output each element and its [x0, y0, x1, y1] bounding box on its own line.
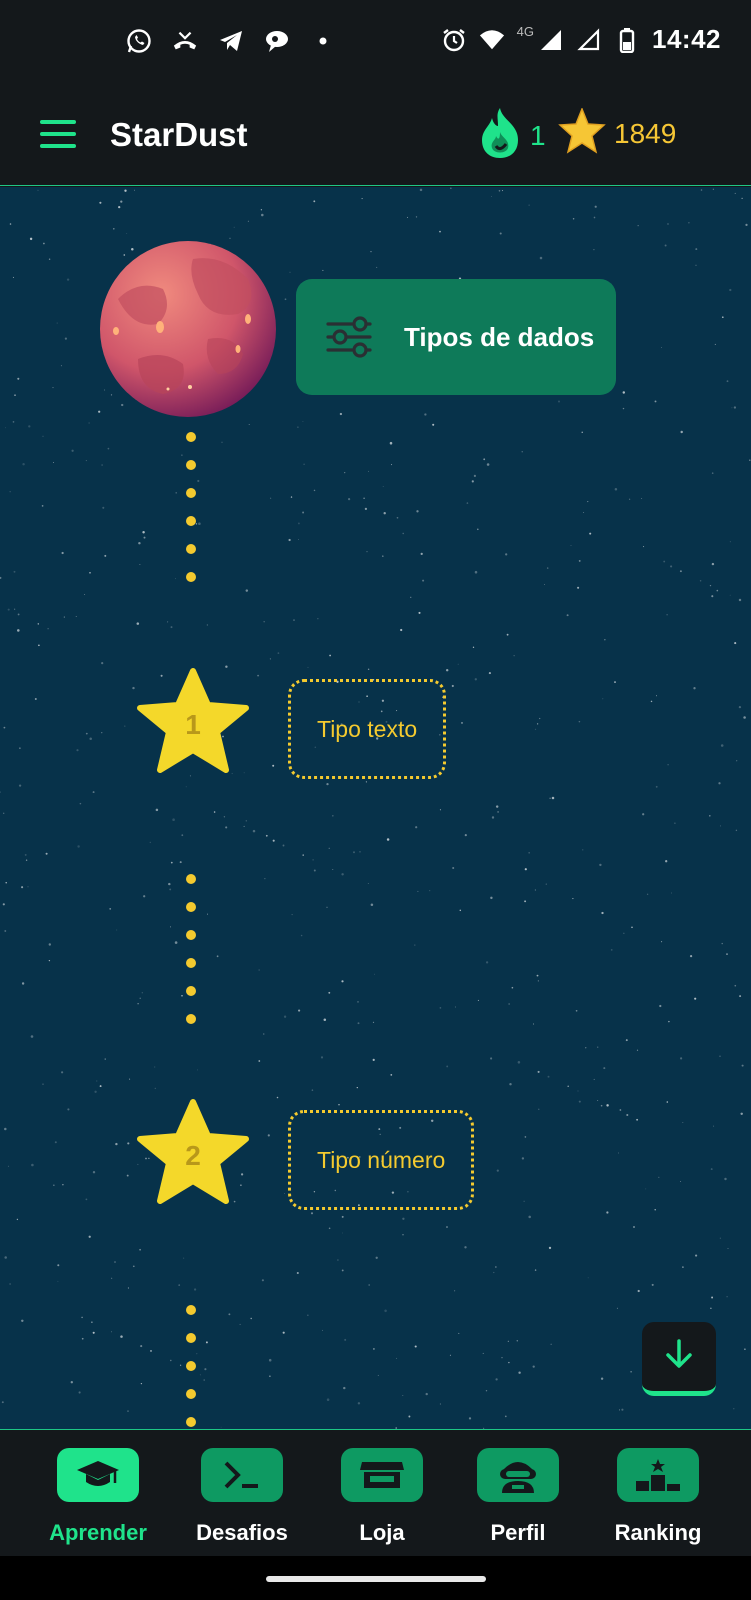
menu-icon[interactable]: [38, 116, 78, 152]
lesson-box-tipo-numero[interactable]: Tipo número: [288, 1110, 475, 1210]
lesson-title: Tipo número: [317, 1146, 446, 1173]
learning-map[interactable]: Tipos de dados 1 Tipo texto 2 Tipo númer…: [0, 187, 751, 1429]
missed-call-icon: [172, 28, 198, 54]
lesson-star-2[interactable]: 2: [136, 1099, 250, 1207]
stars-count: 1849: [614, 117, 677, 149]
arrow-down-icon: [662, 1337, 696, 1376]
battery-icon: [614, 27, 640, 53]
gesture-bar: [0, 1556, 751, 1600]
dot-icon: [310, 28, 336, 54]
path-dots: [186, 874, 198, 1042]
terminal-icon: [201, 1448, 283, 1502]
nav-label: Loja: [359, 1520, 405, 1545]
sliders-icon: [324, 312, 374, 362]
path-dots: [186, 1305, 198, 1429]
streak-counter[interactable]: 1: [478, 106, 546, 165]
scroll-down-button[interactable]: [642, 1322, 716, 1396]
unit-card-tipos-de-dados[interactable]: Tipos de dados: [296, 279, 616, 395]
notification-icons: [126, 28, 336, 54]
alarm-icon: [441, 27, 467, 53]
lesson-title: Tipo texto: [317, 715, 418, 742]
lesson-number: 1: [185, 709, 201, 740]
lesson-number: 2: [185, 1140, 201, 1171]
wifi-icon: [479, 27, 505, 53]
flame-icon: [478, 106, 522, 165]
app-bar: StarDust 1 1849: [0, 86, 751, 186]
star-icon: [558, 106, 606, 159]
store-icon: [341, 1448, 423, 1502]
nav-ranking[interactable]: Ranking: [598, 1448, 718, 1546]
nav-loja[interactable]: Loja: [322, 1448, 442, 1546]
clock: 14:42: [652, 24, 721, 54]
network-type: 4G: [516, 24, 534, 39]
nav-perfil[interactable]: Perfil: [458, 1448, 578, 1546]
streak-count: 1: [530, 119, 546, 151]
lesson-box-tipo-texto[interactable]: Tipo texto: [288, 679, 447, 779]
path-dots: [186, 432, 198, 600]
astronaut-icon: [477, 1448, 559, 1502]
nav-label: Aprender: [49, 1520, 147, 1545]
app-title: StarDust: [110, 116, 248, 153]
signal-icon: [538, 27, 564, 53]
unit-title: Tipos de dados: [404, 321, 595, 352]
nav-aprender[interactable]: Aprender: [38, 1448, 158, 1546]
telegram-icon: [218, 28, 244, 54]
nav-label: Perfil: [490, 1520, 546, 1545]
lesson-star-1[interactable]: 1: [136, 668, 250, 776]
planet-icon[interactable]: [98, 239, 278, 419]
home-indicator[interactable]: [266, 1576, 486, 1582]
graduation-cap-icon: [57, 1448, 139, 1502]
stars-counter[interactable]: 1849: [558, 106, 677, 159]
chat-bubble-icon: [264, 28, 290, 54]
system-icons: 4G 14:42: [441, 24, 721, 55]
status-bar: 4G 14:42: [0, 0, 751, 86]
podium-icon: [617, 1448, 699, 1502]
nav-label: Ranking: [614, 1520, 702, 1545]
signal-empty-icon: [576, 27, 602, 53]
whatsapp-icon: [126, 28, 152, 54]
nav-desafios[interactable]: Desafios: [182, 1448, 302, 1546]
bottom-navigation: Aprender Desafios Loja Perfil Ranking: [0, 1429, 751, 1556]
nav-label: Desafios: [196, 1520, 288, 1545]
